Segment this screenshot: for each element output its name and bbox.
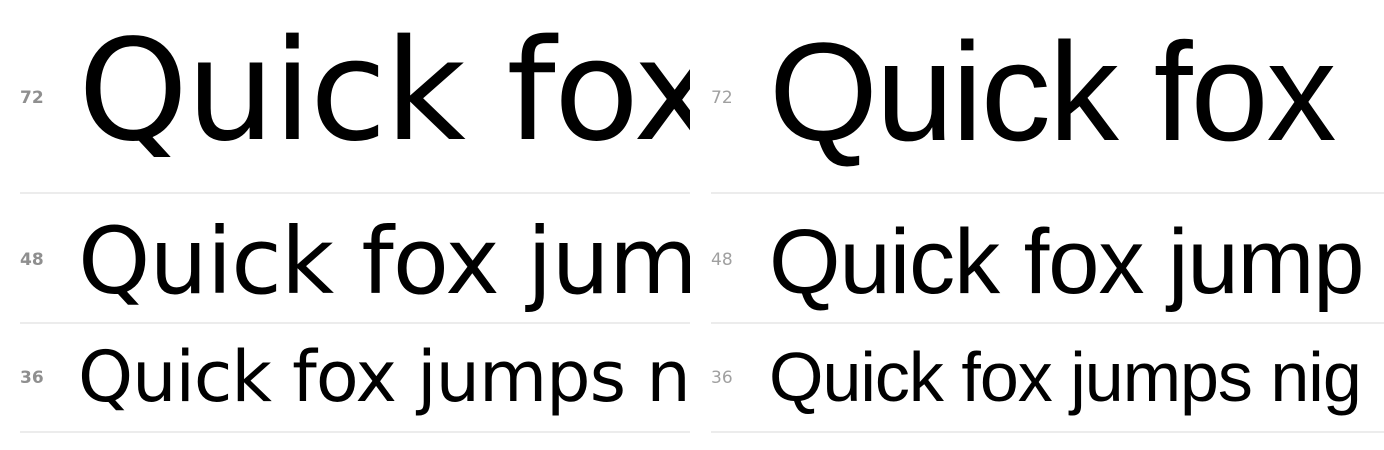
specimen-row-48: 48 Quick fox jump <box>711 194 1384 324</box>
specimen-panel-right: 72 Quick fox 48 Quick fox jump 36 Quick … <box>691 0 1384 450</box>
specimen-row-72: 72 Quick fox <box>20 0 690 194</box>
size-label: 36 <box>20 368 44 388</box>
specimen-row-72: 72 Quick fox <box>711 0 1384 194</box>
specimen-row-48: 48 Quick fox jump <box>20 194 690 324</box>
specimen-row-36: 36 Quick fox jumps nig <box>711 324 1384 433</box>
size-label: 48 <box>20 250 44 270</box>
sample-text: Quick fox <box>78 10 690 173</box>
sample-text: Quick fox jump <box>78 208 690 315</box>
size-label: 48 <box>711 250 733 270</box>
sample-text: Quick fox jump <box>769 211 1364 313</box>
sample-text: Quick fox <box>769 13 1337 170</box>
size-label: 72 <box>20 88 44 108</box>
specimen-row-36: 36 Quick fox jumps nig <box>20 324 690 433</box>
specimen-panel-left: 72 Quick fox 48 Quick fox jump 36 Quick … <box>0 0 690 450</box>
size-label: 36 <box>711 368 733 388</box>
size-label: 72 <box>711 88 733 108</box>
sample-text: Quick fox jumps nig <box>78 336 690 418</box>
sample-text: Quick fox jumps nig <box>769 338 1362 416</box>
